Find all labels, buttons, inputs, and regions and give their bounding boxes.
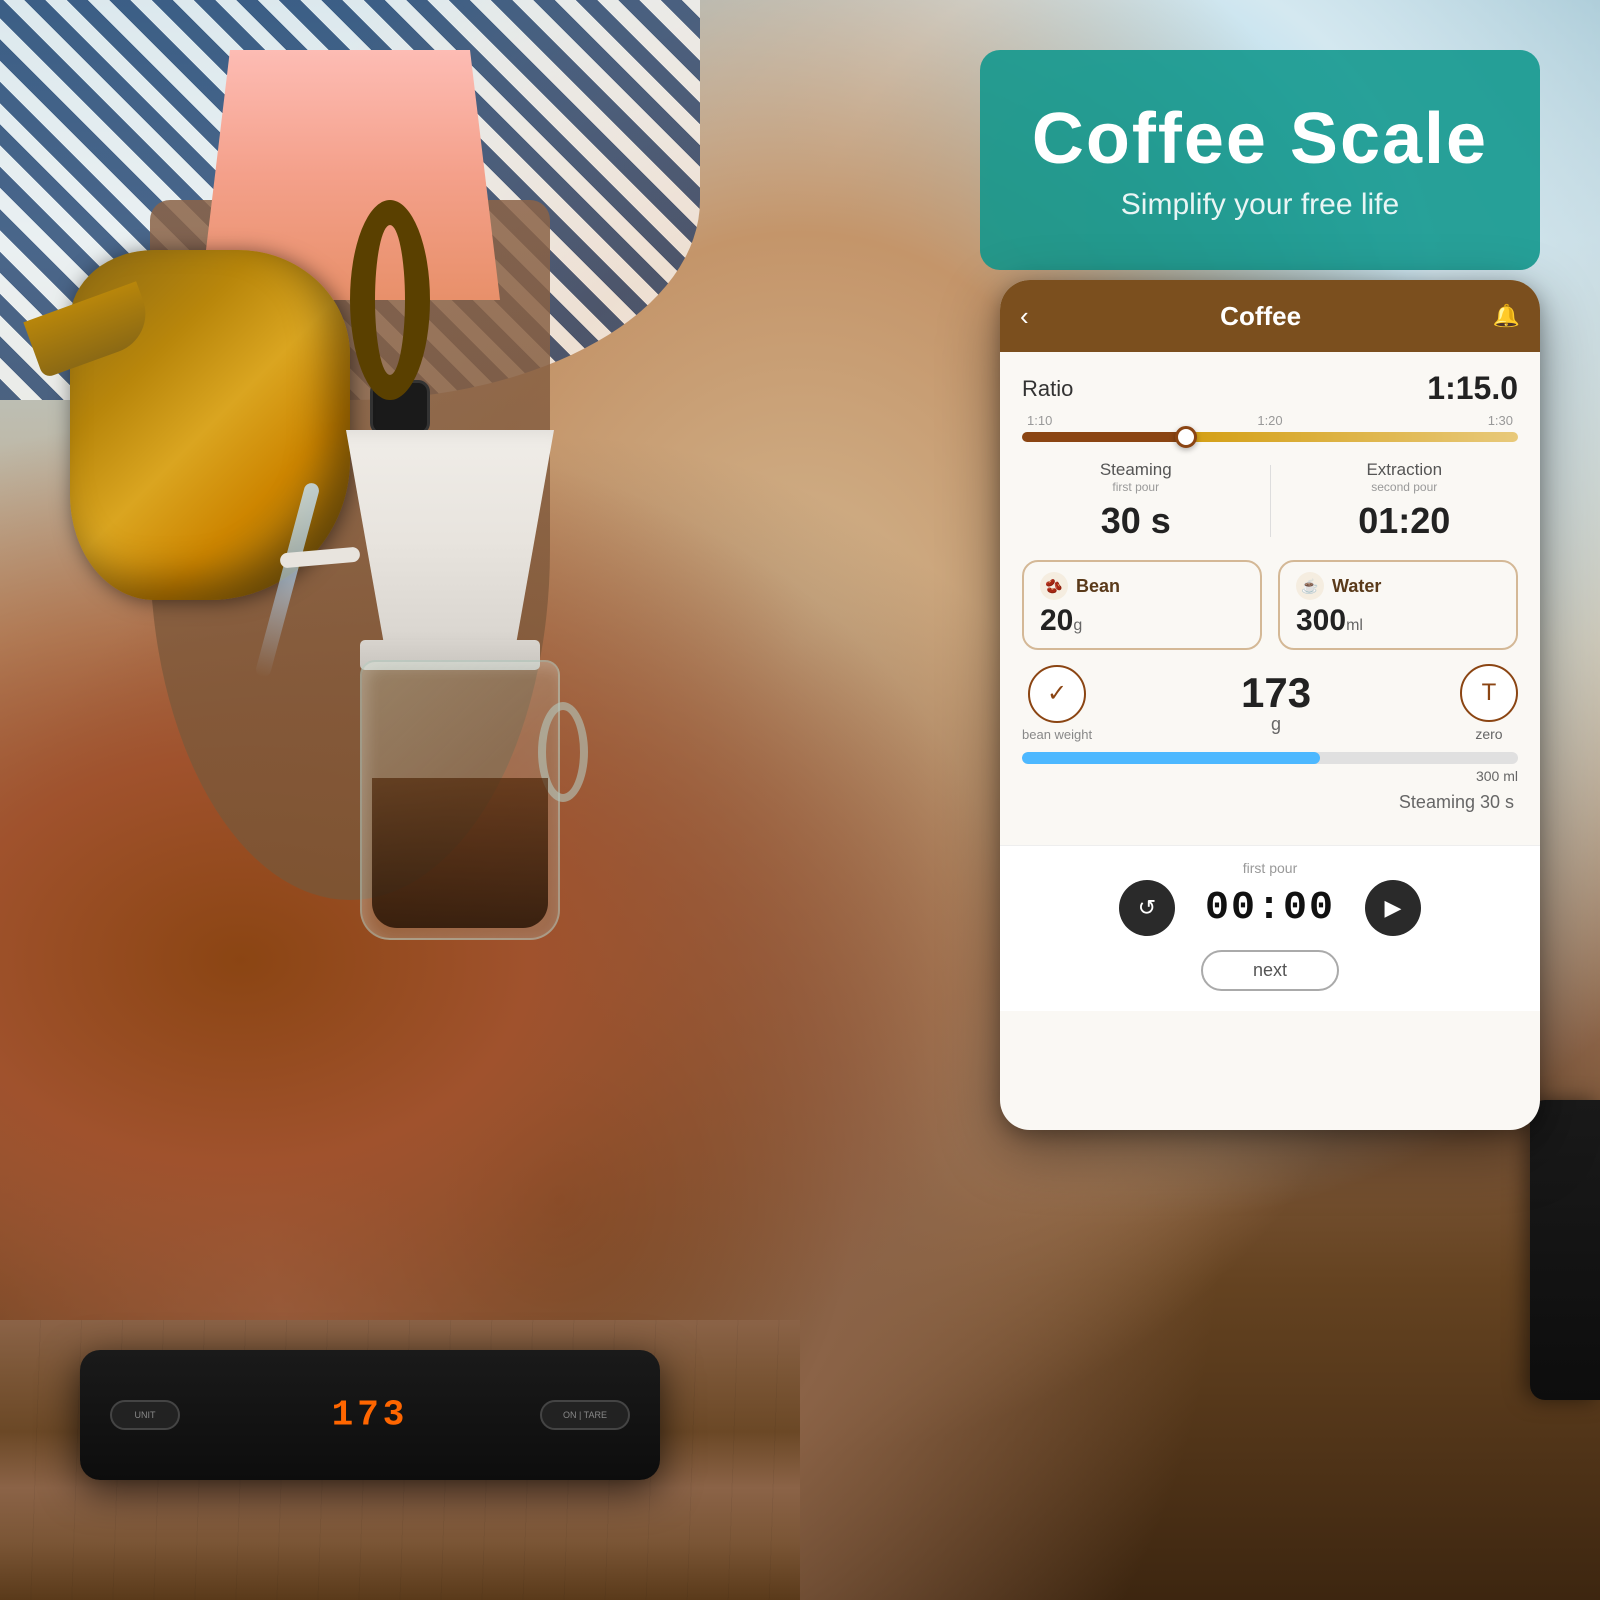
bean-weight-control: ✓ bean weight [1022,665,1092,742]
steaming-extraction-section: Steaming first pour 30 s Extraction seco… [1022,460,1518,542]
timer-reset-button[interactable]: ↺ [1119,880,1175,936]
scale: UNIT 173 ON | TARE [80,1350,660,1480]
carafe [360,660,560,940]
timer-divider [1270,465,1271,537]
weight-number: 173 [1241,672,1311,714]
water-value: 300ml [1296,604,1500,638]
slider-label-3: 1:30 [1488,413,1513,428]
progress-track [1022,752,1518,764]
next-button-container: next [1022,950,1518,991]
header-banner: Coffee Scale Simplify your free life [980,50,1540,270]
slider-labels: 1:10 1:20 1:30 [1022,413,1518,428]
extraction-block: Extraction second pour 01:20 [1291,460,1519,542]
water-card[interactable]: ☕ Water 300ml [1278,560,1518,650]
play-icon: ▶ [1385,895,1402,921]
ratio-label: Ratio [1022,376,1073,402]
dripper-cone [320,430,580,650]
extraction-label: Extraction [1291,460,1519,480]
steaming-sublabel: first pour [1022,480,1250,494]
app-header: ‹ Coffee 🔔 [1000,280,1540,352]
ratio-value: 1:15.0 [1427,370,1518,407]
slider-thumb[interactable] [1175,426,1197,448]
dripper-container [260,430,640,1130]
controls-row: ✓ bean weight 173 g T zero [1022,664,1518,742]
extraction-sublabel: second pour [1291,480,1519,494]
zero-icon: T [1482,679,1497,707]
main-title: Coffee Scale [1032,98,1488,180]
app-title: Coffee [1220,301,1301,332]
water-card-header: ☕ Water [1296,572,1500,600]
reset-icon: ↺ [1138,895,1156,921]
steaming-status: Steaming 30 s [1022,792,1518,813]
bean-card[interactable]: 🫘 Bean 20g [1022,560,1262,650]
phone-device-right [1530,1100,1600,1400]
ratio-slider[interactable] [1022,432,1518,442]
water-unit: ml [1346,617,1363,634]
zero-label: zero [1475,726,1502,742]
bell-icon[interactable]: 🔔 [1493,303,1520,329]
ratio-row: Ratio 1:15.0 [1022,370,1518,407]
scale-unit-button[interactable]: UNIT [110,1400,180,1430]
bean-water-section: 🫘 Bean 20g ☕ Water 300ml [1022,560,1518,650]
progress-section: 300 ml [1022,752,1518,784]
check-icon: ✓ [1047,679,1067,708]
dripper-handle [279,547,360,569]
bean-icon: 🫘 [1040,572,1068,600]
timer-display: 00:00 [1205,886,1335,931]
extraction-value: 01:20 [1291,500,1519,542]
bean-card-header: 🫘 Bean [1040,572,1244,600]
bean-value: 20g [1040,604,1244,638]
timer-controls: ↺ 00:00 ▶ [1022,880,1518,936]
bean-label: Bean [1076,576,1120,597]
app-body: Ratio 1:15.0 1:10 1:20 1:30 Steaming fir… [1000,352,1540,845]
zero-button[interactable]: T [1460,664,1518,722]
check-button[interactable]: ✓ [1028,665,1086,723]
bean-weight-label: bean weight [1022,727,1092,742]
coffee-liquid [372,778,548,928]
progress-target-label: 300 ml [1022,768,1518,784]
scale-display: 173 [332,1395,409,1436]
weight-unit: g [1271,714,1281,734]
timer-play-button[interactable]: ▶ [1365,880,1421,936]
phone-app: ‹ Coffee 🔔 Ratio 1:15.0 1:10 1:20 1:30 S… [1000,280,1540,1130]
progress-fill [1022,752,1320,764]
scale-on-tare-button[interactable]: ON | TARE [540,1400,630,1430]
slider-label-1: 1:10 [1027,413,1052,428]
bean-unit: g [1073,617,1082,634]
next-button[interactable]: next [1201,950,1339,991]
slider-label-2: 1:20 [1257,413,1282,428]
steaming-block: Steaming first pour 30 s [1022,460,1250,542]
steaming-value: 30 s [1022,500,1250,542]
water-label: Water [1332,576,1381,597]
steaming-label: Steaming [1022,460,1250,480]
kettle-handle [350,200,430,400]
zero-control: T zero [1460,664,1518,742]
timer-pour-label: first pour [1022,860,1518,876]
back-button[interactable]: ‹ [1020,301,1029,332]
weight-display: 173 g [1241,672,1311,735]
water-icon: ☕ [1296,572,1324,600]
timer-bottom: first pour ↺ 00:00 ▶ next [1000,845,1540,1011]
main-subtitle: Simplify your free life [1121,188,1399,222]
